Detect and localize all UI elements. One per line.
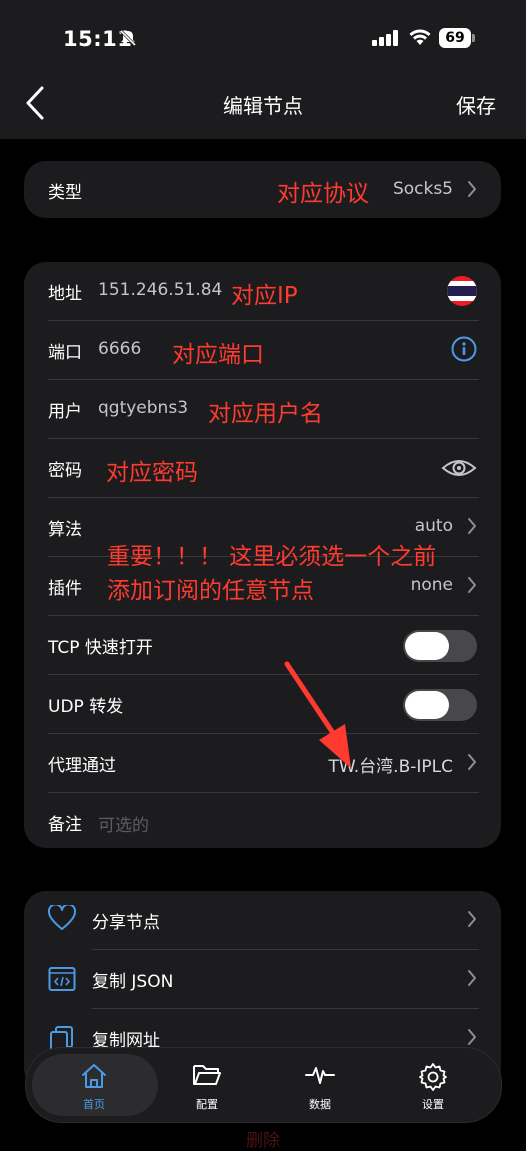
important-annotation: 重要！！！ 这里必须选一个之前 添加订阅的任意节点 [107,540,436,608]
type-annotation: 对应协议 [277,181,369,207]
share-node-label: 分享节点 [92,913,160,933]
folder-icon [151,1062,263,1092]
tcp-fast-open-label: TCP 快速打开 [48,638,153,658]
annotation-arrow-icon [284,661,351,768]
home-icon [38,1062,150,1094]
type-card: 类型 对应协议 Socks5 [24,161,501,218]
tab-data[interactable]: 数据 [264,1048,376,1122]
user-annotation: 对应用户名 [208,401,323,427]
address-label: 地址 [48,284,82,304]
chevron-right-icon [467,180,477,202]
address-value[interactable]: 151.246.51.84 [98,280,222,300]
tcp-fast-open-toggle[interactable] [403,630,477,662]
password-annotation: 对应密码 [106,460,198,486]
proxy-via-row[interactable]: 代理通过 TW.台湾.B-IPLC [48,734,477,792]
tab-home-label: 首页 [83,1098,105,1111]
algorithm-value: auto [414,516,453,536]
udp-relay-toggle[interactable] [403,689,477,721]
gear-icon [377,1062,489,1096]
share-node-row[interactable]: 分享节点 [24,891,477,949]
type-value: Socks5 [392,179,453,199]
info-icon[interactable] [451,336,477,366]
eye-icon[interactable] [441,457,477,483]
port-value[interactable]: 6666 [98,339,141,359]
code-icon [48,966,76,996]
status-bar: 15:11 69 [0,0,526,70]
remark-row[interactable]: 备注 可选的 [48,793,477,851]
chevron-right-icon [467,910,477,932]
important-annotation-line2: 添加订阅的任意节点 [107,578,314,604]
tab-config[interactable]: 配置 [151,1048,263,1122]
tab-settings[interactable]: 设置 [377,1048,489,1122]
copy-json-row[interactable]: 复制 JSON [24,950,477,1008]
waveform-icon [264,1062,376,1092]
type-label: 类型 [48,183,82,203]
tab-bar: 首页 配置 数据 设置 [25,1047,502,1123]
algorithm-label: 算法 [48,520,82,540]
page-title: 编辑节点 [223,94,303,118]
remark-input[interactable]: 可选的 [98,811,149,836]
type-row[interactable]: 类型 对应协议 Socks5 [48,161,477,219]
tab-home[interactable]: 首页 [38,1048,150,1122]
tcp-fast-open-row: TCP 快速打开 [48,616,477,674]
password-row[interactable]: 密码 对应密码 [48,439,477,497]
copy-json-label: 复制 JSON [92,972,174,992]
cellular-signal-icon [372,30,400,50]
port-label: 端口 [48,343,82,363]
port-row[interactable]: 端口 6666 对应端口 [48,321,477,379]
tab-data-label: 数据 [309,1098,331,1111]
toggle-knob [405,632,449,660]
address-annotation: 对应IP [231,283,298,309]
battery-icon: 69 [439,28,471,48]
important-annotation-line1: 重要！！！ 这里必须选一个之前 [107,544,437,570]
chevron-right-icon [467,576,477,598]
user-label: 用户 [48,402,82,422]
thailand-flag-icon [447,276,477,310]
bell-slash-icon [119,29,137,51]
user-value[interactable]: qgtyebns3 [98,398,188,418]
proxy-via-label: 代理通过 [48,756,116,776]
udp-relay-label: UDP 转发 [48,697,124,717]
save-button[interactable]: 保存 [456,90,496,119]
udp-relay-row: UDP 转发 [48,675,477,733]
plugin-label: 插件 [48,579,82,599]
delete-button[interactable]: 删除 [0,1126,526,1151]
user-row[interactable]: 用户 qgtyebns3 对应用户名 [48,380,477,438]
chevron-right-icon [467,969,477,991]
toggle-knob [405,691,449,719]
port-annotation: 对应端口 [172,342,264,368]
chevron-right-icon [467,753,477,775]
battery-tip [472,34,475,42]
heart-icon [47,903,77,935]
remark-label: 备注 [48,815,82,835]
tab-config-label: 配置 [196,1098,218,1111]
address-row[interactable]: 地址 151.246.51.84 对应IP [48,262,477,320]
password-label: 密码 [48,461,82,481]
chevron-right-icon [467,517,477,539]
wifi-icon [408,28,432,50]
node-form-card: 地址 151.246.51.84 对应IP 端口 6666 对应端口 用户 qg… [24,262,501,848]
tab-settings-label: 设置 [422,1098,444,1111]
nav-bar: 编辑节点 保存 [0,70,526,139]
